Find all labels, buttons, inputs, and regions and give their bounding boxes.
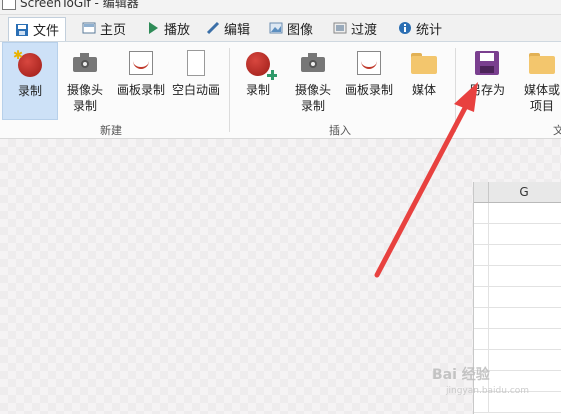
floppy-icon [472, 48, 502, 78]
sheet-row [474, 266, 561, 287]
folder-icon [409, 48, 439, 78]
sheet-row [474, 245, 561, 266]
ribbon-tabs: 文件 主页 播放 编辑 图像 过渡 统计 [0, 15, 561, 42]
window-title: ScreenToGif - 编辑器 [20, 0, 139, 10]
sheet-row [474, 224, 561, 245]
tab-stats[interactable]: 统计 [398, 17, 442, 39]
button-label: 录制 [245, 83, 270, 97]
record-icon: ✱ [13, 48, 45, 79]
title-bar: ScreenToGif - 编辑器 [0, 0, 561, 15]
watermark-subtext: jingyan.baidu.com [446, 386, 530, 396]
blank-page-icon [181, 48, 211, 78]
button-label: 摄像头 录制 [294, 83, 331, 113]
save-icon [15, 23, 29, 37]
button-label: 摄像头 录制 [66, 83, 103, 113]
insert-webcam-button[interactable]: 摄像头 录制 [288, 42, 338, 120]
home-icon [82, 21, 96, 35]
insert-board-button[interactable]: 画板录制 [341, 42, 397, 120]
group-separator [229, 48, 230, 132]
button-label: 另存为 [468, 83, 505, 97]
camera-icon [70, 48, 100, 78]
sheet-row [474, 203, 561, 224]
blank-animation-button[interactable]: 空白动画 [168, 42, 224, 120]
tab-label: 过渡 [351, 22, 378, 38]
record-add-icon [243, 48, 277, 80]
ribbon-panel: ✱ 录制 摄像头 录制 画板录制 空白动画 新建 录制 摄像头 录制 画板录制 … [0, 42, 561, 139]
column-header: G [488, 182, 559, 202]
tab-label: 图像 [287, 22, 314, 38]
record-button[interactable]: ✱ 录制 [2, 42, 58, 120]
transition-icon [333, 21, 347, 35]
play-icon [146, 21, 160, 35]
button-label: 媒体 [411, 83, 436, 97]
insert-record-button[interactable]: 录制 [235, 42, 281, 120]
button-label: 画板录制 [344, 83, 393, 97]
tab-edit[interactable]: 编辑 [206, 17, 250, 39]
folder-icon [527, 48, 557, 78]
button-label: 媒体或 项目 [523, 83, 560, 113]
tab-label: 统计 [416, 22, 443, 38]
camera-add-icon [298, 48, 328, 78]
tab-label: 播放 [164, 22, 191, 38]
load-media-project-button[interactable]: 媒体或 项目 [518, 42, 561, 120]
column-header-row: G [474, 182, 561, 203]
webcam-record-button[interactable]: 摄像头 录制 [60, 42, 110, 120]
group-label-new: 新建 [100, 124, 122, 137]
group-separator [455, 48, 456, 132]
tab-transition[interactable]: 过渡 [333, 17, 377, 39]
watermark-text: Bai 经验 [432, 367, 490, 383]
sheet-row [474, 329, 561, 350]
pencil-icon [206, 21, 220, 35]
tab-label: 编辑 [224, 22, 251, 38]
button-label: 录制 [17, 84, 42, 98]
save-as-button[interactable]: 另存为 [461, 42, 513, 120]
tab-file[interactable]: 文件 [8, 17, 67, 41]
board-icon [126, 48, 156, 78]
sheet-row [474, 287, 561, 308]
tab-label: 主页 [100, 22, 127, 38]
info-icon [398, 21, 412, 35]
button-label: 空白动画 [171, 83, 220, 97]
button-label: 画板录制 [116, 83, 165, 97]
tab-image[interactable]: 图像 [269, 17, 313, 39]
sheet-row [474, 308, 561, 329]
app-icon [2, 0, 16, 10]
board-record-button[interactable]: 画板录制 [113, 42, 169, 120]
watermark-logo: Bai 经验 jingyan.baidu.com [432, 364, 529, 396]
image-icon [269, 21, 283, 35]
group-label-file: 文 [553, 124, 561, 137]
board-add-icon [354, 48, 384, 78]
tab-home[interactable]: 主页 [82, 17, 126, 39]
group-label-insert: 插入 [329, 124, 351, 137]
tab-play[interactable]: 播放 [146, 17, 190, 39]
insert-media-button[interactable]: 媒体 [400, 42, 448, 120]
tab-label: 文件 [33, 24, 60, 39]
